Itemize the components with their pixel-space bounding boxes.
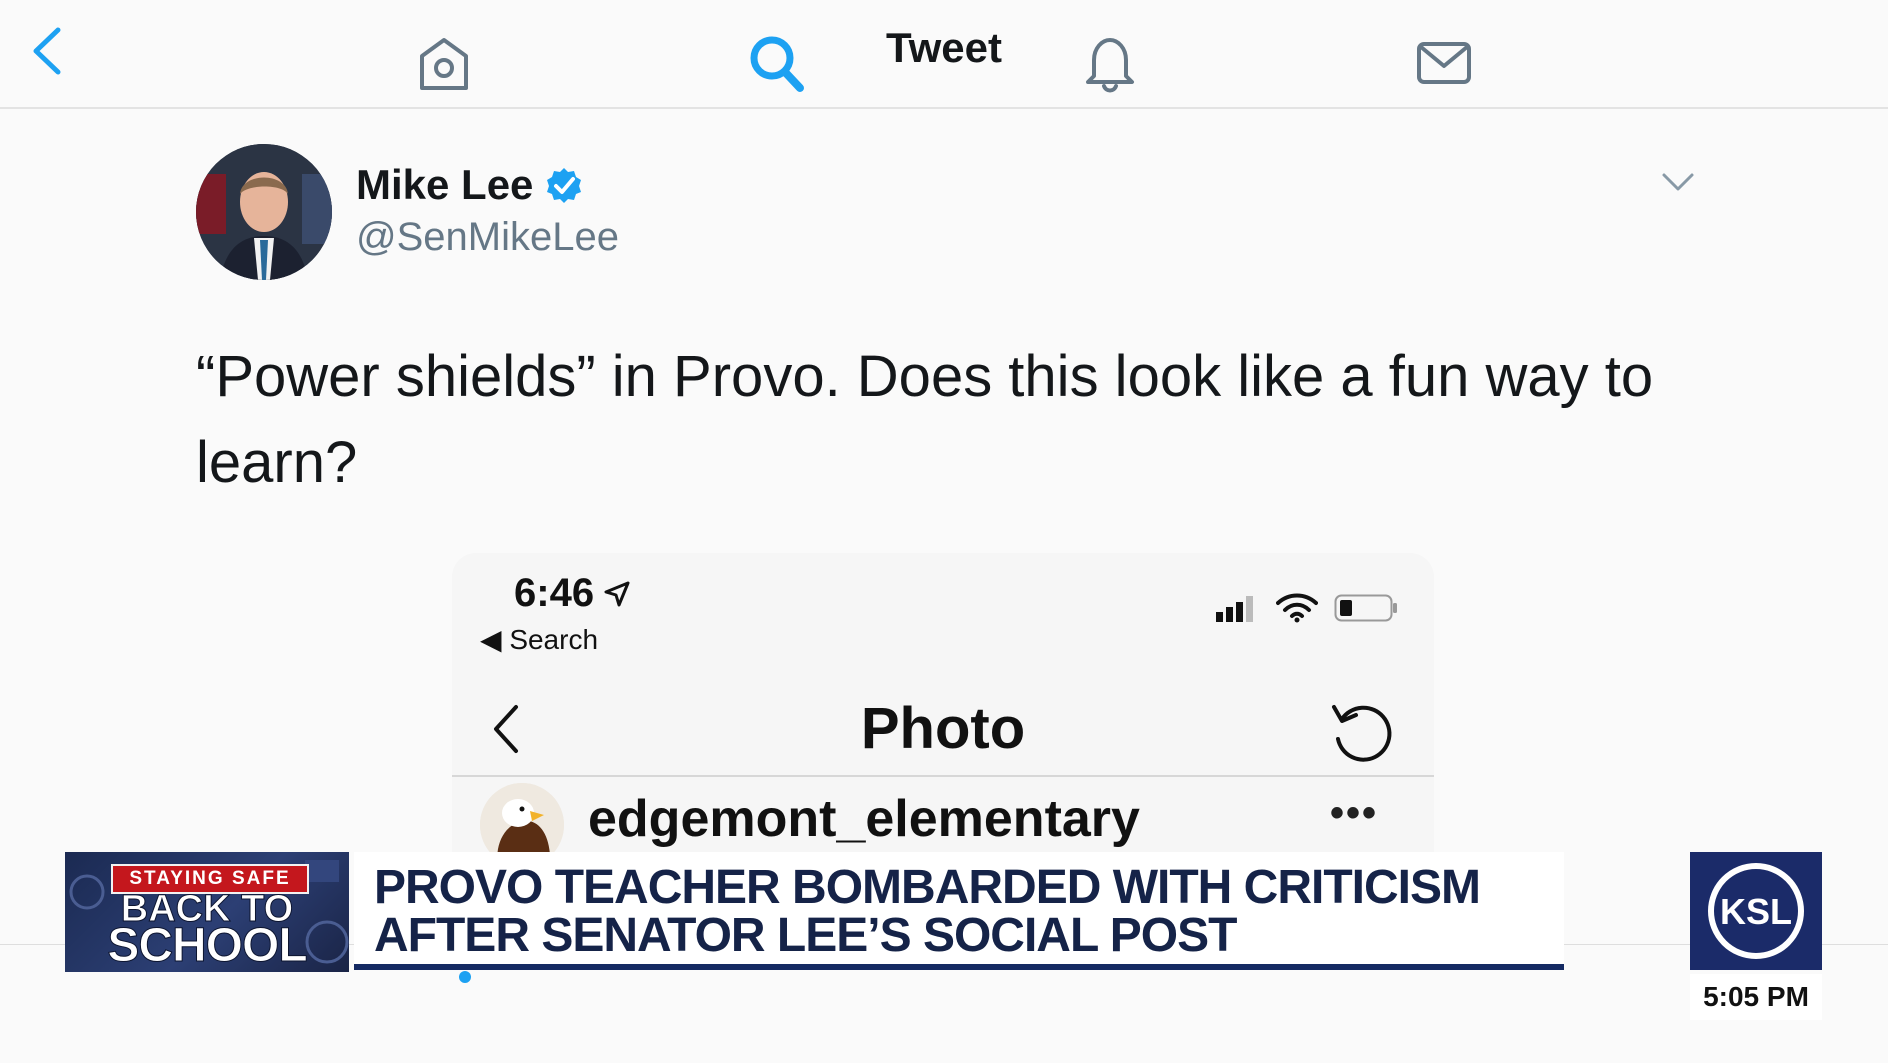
badge-school: SCHOOL [107, 919, 308, 972]
tweet-media-image[interactable]: 6:46 ◀ Search Photo edgemont_elementary … [452, 553, 1434, 853]
author-avatar[interactable] [196, 144, 332, 280]
bell-icon[interactable] [1080, 32, 1140, 94]
back-to-search-label: Search [509, 624, 599, 655]
tweet-text: “Power shields” in Provo. Does this look… [196, 344, 1654, 495]
embedded-nav-bar: Photo [452, 675, 1434, 777]
refresh-icon [1332, 705, 1392, 762]
home-icon[interactable] [414, 32, 474, 94]
chevron-down-icon[interactable] [1660, 170, 1696, 194]
signal-icon [1216, 596, 1253, 622]
headline-line-2: AFTER SENATOR LEE’S SOCIAL POST [374, 909, 1237, 962]
status-time: 6:46 [514, 571, 595, 615]
embedded-nav-title: Photo [860, 696, 1026, 761]
post-more-icon: ••• [1329, 791, 1378, 835]
author-name[interactable]: Mike Lee [356, 161, 533, 209]
back-to-school-badge: STAYING SAFE BACK TO SCHOOL [65, 852, 349, 972]
page-title: Tweet [886, 24, 1002, 71]
status-icons [1216, 593, 1398, 623]
author-handle[interactable]: @SenMikeLee [356, 215, 619, 260]
post-username: edgemont_elementary [588, 790, 1140, 848]
headline-line-1: PROVO TEACHER BOMBARDED WITH CRITICISM [374, 861, 1481, 914]
eagle-mascot-avatar [480, 783, 564, 853]
top-nav-bar: Tweet [0, 0, 1888, 109]
status-back-to-search: ◀ Search [480, 624, 599, 655]
search-icon[interactable] [746, 32, 806, 94]
location-arrow-icon [604, 581, 630, 606]
home-notification-dot [459, 971, 471, 983]
broadcast-time: 5:05 PM [1690, 974, 1822, 1020]
author-name-row[interactable]: Mike Lee [356, 161, 583, 209]
status-time-row: 6:46 [514, 571, 632, 616]
verified-badge-icon [547, 168, 582, 203]
news-headline: PROVO TEACHER BOMBARDED WITH CRITICISM A… [354, 852, 1564, 970]
mail-icon[interactable] [1414, 32, 1474, 94]
ksl-logo-text: KSL [1720, 891, 1792, 932]
wifi-icon [1276, 593, 1318, 623]
ksl-station-logo: KSL [1690, 852, 1822, 970]
battery-icon [1334, 594, 1397, 622]
